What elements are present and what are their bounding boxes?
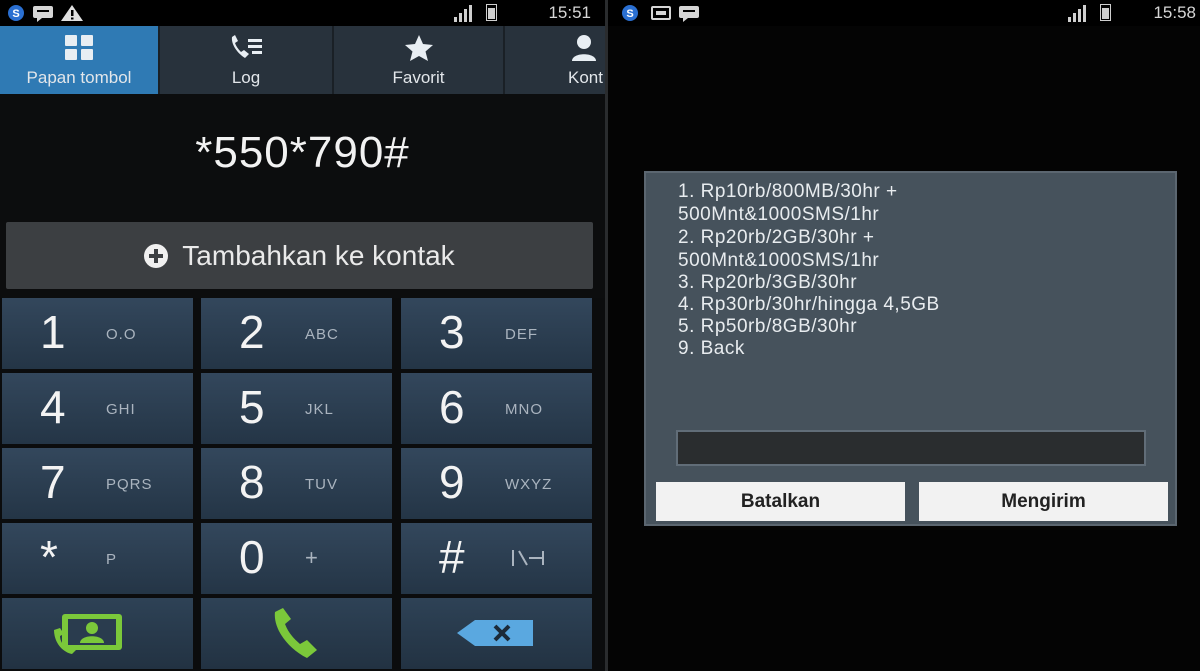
phone-icon: [267, 606, 327, 669]
ussd-message-line: 1. Rp10rb/800MB/30hr +: [678, 181, 898, 202]
delete-button[interactable]: [401, 598, 592, 669]
key-4[interactable]: 4 GHI: [2, 373, 193, 444]
cancel-button[interactable]: Batalkan: [656, 482, 905, 521]
key-digit: 0: [239, 531, 265, 583]
add-to-contacts-label: Tambahkan ke kontak: [182, 239, 455, 271]
add-icon: [144, 243, 169, 268]
key-letters: DEF: [505, 326, 538, 343]
key-letters: WXYZ: [505, 476, 553, 493]
send-button[interactable]: Mengirim: [919, 482, 1168, 521]
key-digit: 1: [40, 306, 66, 358]
key-6[interactable]: 6 MNO: [401, 373, 592, 444]
dialer-screen: S 15:51 Papan tombol Log Favorit Kont *5…: [0, 0, 605, 671]
key-digit: 5: [239, 381, 265, 433]
key-8[interactable]: 8 TUV: [201, 448, 392, 519]
key-letters: O.O: [106, 326, 137, 343]
ussd-message-line: 3. Rp20rb/3GB/30hr: [678, 272, 858, 293]
dialog-button-bar: Batalkan Mengirim: [656, 482, 1168, 521]
key-letters: PQRS: [106, 476, 153, 493]
ussd-reply-input[interactable]: [676, 430, 1146, 466]
ussd-message-line: 4. Rp30rb/30hr/hingga 4,5GB: [678, 294, 940, 315]
call-button[interactable]: [201, 598, 392, 669]
call-log-icon: [160, 34, 332, 62]
key-digit: 6: [439, 381, 465, 433]
message-notification-icon: [678, 4, 700, 22]
key-letters: MNO: [505, 401, 543, 418]
tab-keypad[interactable]: Papan tombol: [0, 26, 160, 94]
key-2[interactable]: 2 ABC: [201, 298, 392, 369]
key-digit: *: [40, 531, 58, 583]
tab-contacts[interactable]: Kont: [505, 26, 605, 94]
add-to-contacts-button[interactable]: Tambahkan ke kontak: [6, 222, 593, 289]
key-1[interactable]: 1 O.O: [2, 298, 193, 369]
key-9[interactable]: 9 WXYZ: [401, 448, 592, 519]
key-7[interactable]: 7 PQRS: [2, 448, 193, 519]
key-hash[interactable]: #: [401, 523, 592, 594]
ussd-message-line: 500Mnt&1000SMS/1hr: [678, 250, 880, 271]
contact-icon: [505, 34, 605, 62]
s-app-icon: S: [6, 4, 26, 22]
tab-log-label: Log: [231, 68, 261, 87]
video-call-button[interactable]: [2, 598, 193, 669]
status-bar: S 15:51: [0, 0, 605, 26]
status-time: 15:51: [548, 3, 591, 22]
key-5[interactable]: 5 JKL: [201, 373, 392, 444]
status-bar: S 15:58: [608, 0, 1200, 26]
key-letters: P: [106, 551, 118, 568]
key-letters: +: [305, 545, 319, 570]
battery-icon: [1100, 4, 1111, 21]
video-call-icon: [52, 612, 134, 661]
svg-text:S: S: [626, 8, 633, 20]
ussd-message-line: 500Mnt&1000SMS/1hr: [678, 204, 880, 225]
backspace-icon: [455, 618, 537, 653]
signal-icon: [454, 4, 472, 22]
tab-log[interactable]: Log: [160, 26, 334, 94]
signal-icon: [1068, 4, 1086, 22]
tab-favorites[interactable]: Favorit: [334, 26, 505, 94]
status-time: 15:58: [1153, 3, 1196, 22]
key-letters: TUV: [305, 476, 338, 493]
key-digit: 8: [239, 456, 265, 508]
key-digit: 7: [40, 456, 66, 508]
star-icon: [334, 34, 503, 62]
hash-key-symbol-icon: [511, 547, 545, 574]
svg-text:S: S: [12, 8, 19, 20]
message-notification-icon: [32, 4, 54, 22]
key-digit: 2: [239, 306, 265, 358]
battery-icon: [486, 4, 497, 21]
dialed-number-display: *550*790#: [195, 128, 410, 177]
key-3[interactable]: 3 DEF: [401, 298, 592, 369]
dial-keypad: 1 O.O 2 ABC 3 DEF 4 GHI 5 JKL 6 MNO 7 PQRS 8 TUV…: [0, 298, 605, 671]
key-digit: 9: [439, 456, 465, 508]
key-star[interactable]: * P: [2, 523, 193, 594]
key-letters: JKL: [305, 401, 334, 418]
s-app-icon: S: [620, 4, 640, 22]
ussd-dialog: 1. Rp10rb/800MB/30hr + 500Mnt&1000SMS/1h…: [644, 171, 1177, 526]
screenshot-notification-icon: [650, 4, 672, 22]
warning-icon: [60, 4, 84, 22]
key-0[interactable]: 0 +: [201, 523, 392, 594]
ussd-screen: S 15:58 1. Rp10rb/800MB/30hr + 500Mnt&10…: [608, 0, 1200, 671]
key-digit: 3: [439, 306, 465, 358]
ussd-message-line: 5. Rp50rb/8GB/30hr: [678, 316, 858, 337]
ussd-message-line: 2. Rp20rb/2GB/30hr +: [678, 227, 875, 248]
tab-keypad-label: Papan tombol: [26, 68, 132, 87]
tab-favorites-label: Favorit: [392, 68, 445, 87]
key-letters: ABC: [305, 326, 339, 343]
ussd-message-line: 9. Back: [678, 338, 745, 359]
key-letters: GHI: [106, 401, 136, 418]
dialer-tabs: Papan tombol Log Favorit Kont: [0, 26, 605, 94]
tab-contacts-label: Kont: [568, 68, 603, 87]
key-digit: #: [439, 531, 465, 583]
keypad-icon: [0, 34, 158, 62]
key-digit: 4: [40, 381, 66, 433]
